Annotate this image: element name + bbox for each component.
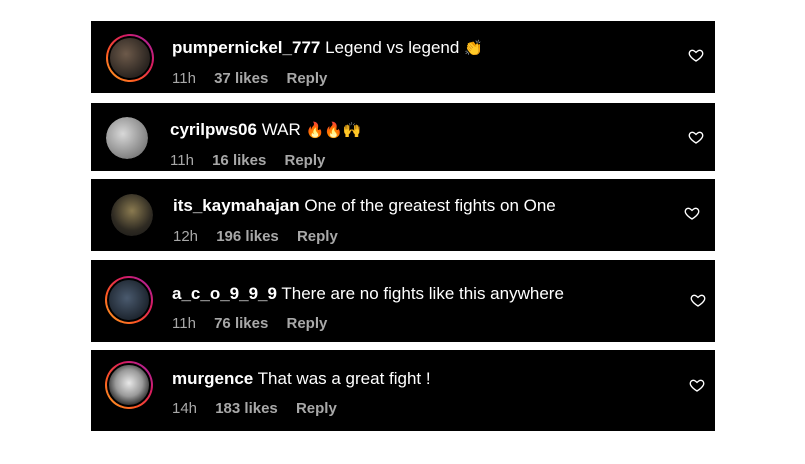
likes-count[interactable]: 37 likes — [214, 70, 268, 87]
comment-card: murgence That was a great fight ! 14h 18… — [91, 350, 715, 431]
likes-count[interactable]: 183 likes — [215, 400, 278, 417]
reply-button[interactable]: Reply — [286, 70, 327, 87]
comment-text: WAR — [261, 120, 301, 139]
reply-button[interactable]: Reply — [296, 400, 337, 417]
username[interactable]: a_c_o_9_9_9 — [172, 284, 277, 303]
username[interactable]: its_kaymahajan — [173, 196, 300, 215]
comment-text: Legend vs legend — [325, 38, 460, 57]
avatar[interactable] — [111, 194, 153, 236]
heart-icon[interactable] — [688, 129, 704, 145]
comment-emoji: 👏 — [464, 39, 483, 57]
heart-icon[interactable] — [688, 47, 704, 63]
heart-icon[interactable] — [684, 205, 700, 221]
timestamp: 11h — [170, 152, 194, 169]
comment-text: There are no fights like this anywhere — [281, 284, 564, 303]
comment-emoji: 🔥🔥🙌 — [305, 121, 362, 139]
timestamp: 11h — [172, 70, 196, 87]
heart-icon[interactable] — [690, 292, 706, 308]
username[interactable]: cyrilpws06 — [170, 120, 257, 139]
avatar[interactable] — [106, 117, 148, 159]
comment-card: a_c_o_9_9_9 There are no fights like thi… — [91, 260, 715, 342]
heart-icon[interactable] — [689, 377, 705, 393]
reply-button[interactable]: Reply — [284, 152, 325, 169]
avatar[interactable] — [106, 34, 154, 82]
likes-count[interactable]: 16 likes — [212, 152, 266, 169]
comment-text: That was a great fight ! — [257, 369, 431, 388]
avatar[interactable] — [105, 361, 153, 409]
timestamp: 14h — [172, 400, 198, 417]
timestamp: 11h — [172, 315, 196, 332]
reply-button[interactable]: Reply — [286, 315, 327, 332]
comment-text: One of the greatest fights on One — [304, 196, 556, 215]
likes-count[interactable]: 76 likes — [214, 315, 268, 332]
username[interactable]: pumpernickel_777 — [172, 38, 320, 57]
timestamp: 12h — [173, 228, 199, 245]
comment-card: its_kaymahajan One of the greatest fight… — [91, 179, 715, 251]
comment-card: pumpernickel_777 Legend vs legend 👏 11h … — [91, 21, 715, 93]
comment-card: cyrilpws06 WAR 🔥🔥🙌 11h 16 likes Reply — [91, 103, 715, 171]
reply-button[interactable]: Reply — [297, 228, 338, 245]
username[interactable]: murgence — [172, 369, 253, 388]
avatar[interactable] — [105, 276, 153, 324]
likes-count[interactable]: 196 likes — [216, 228, 279, 245]
